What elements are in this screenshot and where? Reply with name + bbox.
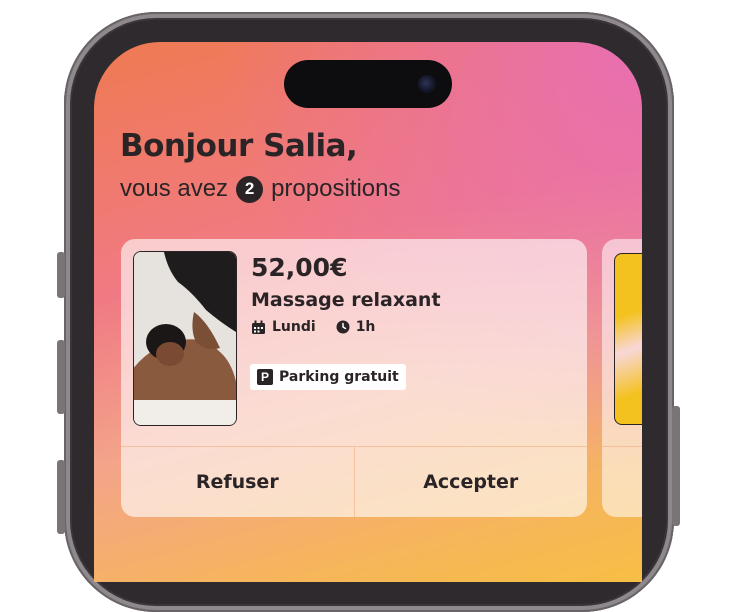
clock-icon <box>336 320 350 334</box>
next-card-divider <box>602 446 642 447</box>
proposals-subtitle: vous avez 2 propositions <box>120 175 400 203</box>
parking-badge: P Parking gratuit <box>250 364 406 390</box>
camera-icon <box>418 75 436 93</box>
subtitle-prefix: vous avez <box>120 175 229 202</box>
proposal-day: Lundi <box>272 319 316 335</box>
accept-button[interactable]: Accepter <box>353 447 588 517</box>
proposal-actions: Refuser Accepter <box>121 446 587 517</box>
parking-icon: P <box>257 369 273 385</box>
decline-button[interactable]: Refuser <box>121 447 354 517</box>
calendar-icon <box>252 320 265 334</box>
subtitle-suffix: propositions <box>271 175 401 202</box>
dynamic-island <box>284 60 452 108</box>
massage-photo <box>133 251 237 426</box>
proposal-service: Massage relaxant <box>251 289 441 311</box>
phone-power-button <box>672 406 680 526</box>
phone-volume-up <box>57 340 65 414</box>
next-proposal-photo <box>614 253 642 425</box>
phone-volume-down <box>57 460 65 534</box>
proposal-duration: 1h <box>355 319 376 335</box>
greeting-title: Bonjour Salia, <box>120 128 358 164</box>
proposal-card[interactable]: 52,00€ Massage relaxant Lundi 1h P Parki… <box>121 239 587 517</box>
proposal-count-badge: 2 <box>236 175 264 203</box>
proposal-price: 52,00€ <box>251 253 348 282</box>
phone-mute-switch <box>57 252 65 298</box>
next-proposal-card[interactable] <box>602 239 642 517</box>
parking-label: Parking gratuit <box>279 369 399 385</box>
proposal-meta: Lundi 1h <box>251 319 375 335</box>
app-screen: Bonjour Salia, vous avez 2 propositions … <box>94 42 642 582</box>
